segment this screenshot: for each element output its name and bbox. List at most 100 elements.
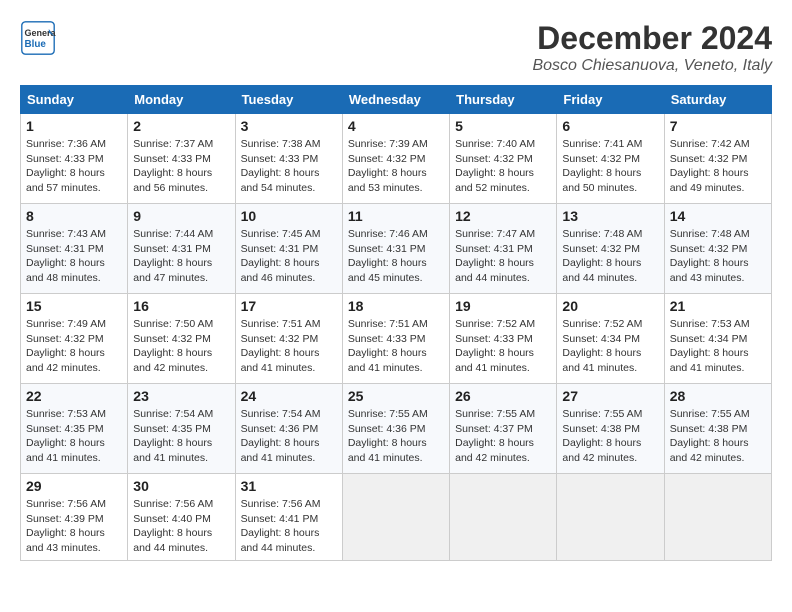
day-number: 8 <box>26 208 122 224</box>
calendar-cell: 5 Sunrise: 7:40 AM Sunset: 4:32 PM Daylig… <box>450 114 557 204</box>
day-info: Sunrise: 7:45 AM Sunset: 4:31 PM Dayligh… <box>241 227 337 286</box>
day-info: Sunrise: 7:55 AM Sunset: 4:38 PM Dayligh… <box>562 407 658 466</box>
day-number: 19 <box>455 298 551 314</box>
day-number: 4 <box>348 118 444 134</box>
calendar-cell: 3 Sunrise: 7:38 AM Sunset: 4:33 PM Daylig… <box>235 114 342 204</box>
day-number: 23 <box>133 388 229 404</box>
day-info: Sunrise: 7:55 AM Sunset: 4:38 PM Dayligh… <box>670 407 766 466</box>
day-number: 7 <box>670 118 766 134</box>
day-info: Sunrise: 7:39 AM Sunset: 4:32 PM Dayligh… <box>348 137 444 196</box>
location: Bosco Chiesanuova, Veneto, Italy <box>532 57 772 75</box>
day-info: Sunrise: 7:56 AM Sunset: 4:40 PM Dayligh… <box>133 497 229 556</box>
day-number: 3 <box>241 118 337 134</box>
calendar-cell: 21 Sunrise: 7:53 AM Sunset: 4:34 PM Dayli… <box>664 294 771 384</box>
day-info: Sunrise: 7:50 AM Sunset: 4:32 PM Dayligh… <box>133 317 229 376</box>
calendar-cell: 4 Sunrise: 7:39 AM Sunset: 4:32 PM Daylig… <box>342 114 449 204</box>
day-info: Sunrise: 7:53 AM Sunset: 4:35 PM Dayligh… <box>26 407 122 466</box>
calendar-cell: 12 Sunrise: 7:47 AM Sunset: 4:31 PM Dayli… <box>450 204 557 294</box>
day-number: 29 <box>26 478 122 494</box>
calendar-body: 1 Sunrise: 7:36 AM Sunset: 4:33 PM Daylig… <box>21 114 772 561</box>
day-info: Sunrise: 7:56 AM Sunset: 4:39 PM Dayligh… <box>26 497 122 556</box>
day-info: Sunrise: 7:46 AM Sunset: 4:31 PM Dayligh… <box>348 227 444 286</box>
calendar-cell: 11 Sunrise: 7:46 AM Sunset: 4:31 PM Dayli… <box>342 204 449 294</box>
day-number: 28 <box>670 388 766 404</box>
day-number: 5 <box>455 118 551 134</box>
day-number: 18 <box>348 298 444 314</box>
day-number: 31 <box>241 478 337 494</box>
day-number: 20 <box>562 298 658 314</box>
day-info: Sunrise: 7:48 AM Sunset: 4:32 PM Dayligh… <box>670 227 766 286</box>
calendar-table: SundayMondayTuesdayWednesdayThursdayFrid… <box>20 85 772 561</box>
day-number: 17 <box>241 298 337 314</box>
day-number: 11 <box>348 208 444 224</box>
calendar-week-3: 15Sunrise: 7:49 AM Sunset: 4:32 PM Dayli… <box>21 294 772 384</box>
day-info: Sunrise: 7:54 AM Sunset: 4:36 PM Dayligh… <box>241 407 337 466</box>
day-number: 14 <box>670 208 766 224</box>
weekday-header-sunday: Sunday <box>21 86 128 114</box>
calendar-cell: 28 Sunrise: 7:55 AM Sunset: 4:38 PM Dayli… <box>664 384 771 474</box>
day-info: Sunrise: 7:44 AM Sunset: 4:31 PM Dayligh… <box>133 227 229 286</box>
calendar-cell: 14 Sunrise: 7:48 AM Sunset: 4:32 PM Dayli… <box>664 204 771 294</box>
logo: General Blue <box>20 20 56 56</box>
day-info: Sunrise: 7:41 AM Sunset: 4:32 PM Dayligh… <box>562 137 658 196</box>
day-number: 26 <box>455 388 551 404</box>
day-number: 6 <box>562 118 658 134</box>
day-number: 2 <box>133 118 229 134</box>
calendar-cell: 6 Sunrise: 7:41 AM Sunset: 4:32 PM Daylig… <box>557 114 664 204</box>
calendar-cell: 13 Sunrise: 7:48 AM Sunset: 4:32 PM Dayli… <box>557 204 664 294</box>
calendar-cell: 24 Sunrise: 7:54 AM Sunset: 4:36 PM Dayli… <box>235 384 342 474</box>
day-info: Sunrise: 7:54 AM Sunset: 4:35 PM Dayligh… <box>133 407 229 466</box>
title-block: December 2024 Bosco Chiesanuova, Veneto,… <box>532 20 772 75</box>
day-info: Sunrise: 7:51 AM Sunset: 4:33 PM Dayligh… <box>348 317 444 376</box>
weekday-header-wednesday: Wednesday <box>342 86 449 114</box>
calendar-cell: 1 Sunrise: 7:36 AM Sunset: 4:33 PM Daylig… <box>21 114 128 204</box>
day-info: Sunrise: 7:55 AM Sunset: 4:37 PM Dayligh… <box>455 407 551 466</box>
day-info: Sunrise: 7:40 AM Sunset: 4:32 PM Dayligh… <box>455 137 551 196</box>
calendar-cell: 31 Sunrise: 7:56 AM Sunset: 4:41 PM Dayli… <box>235 474 342 561</box>
calendar-cell <box>342 474 449 561</box>
calendar-week-2: 8 Sunrise: 7:43 AM Sunset: 4:31 PM Daylig… <box>21 204 772 294</box>
calendar-cell <box>664 474 771 561</box>
day-number: 9 <box>133 208 229 224</box>
day-number: 27 <box>562 388 658 404</box>
weekday-header-saturday: Saturday <box>664 86 771 114</box>
day-info: Sunrise: 7:38 AM Sunset: 4:33 PM Dayligh… <box>241 137 337 196</box>
calendar-cell: 25Sunrise: 7:55 AM Sunset: 4:36 PM Dayli… <box>342 384 449 474</box>
day-info: Sunrise: 7:49 AM Sunset: 4:32 PM Dayligh… <box>26 317 122 376</box>
day-number: 22 <box>26 388 122 404</box>
weekday-header-tuesday: Tuesday <box>235 86 342 114</box>
day-info: Sunrise: 7:55 AM Sunset: 4:36 PM Dayligh… <box>348 407 444 466</box>
day-number: 21 <box>670 298 766 314</box>
day-info: Sunrise: 7:56 AM Sunset: 4:41 PM Dayligh… <box>241 497 337 556</box>
calendar-week-1: 1 Sunrise: 7:36 AM Sunset: 4:33 PM Daylig… <box>21 114 772 204</box>
calendar-cell: 17Sunrise: 7:51 AM Sunset: 4:32 PM Dayli… <box>235 294 342 384</box>
day-number: 13 <box>562 208 658 224</box>
day-info: Sunrise: 7:36 AM Sunset: 4:33 PM Dayligh… <box>26 137 122 196</box>
calendar-cell: 30Sunrise: 7:56 AM Sunset: 4:40 PM Dayli… <box>128 474 235 561</box>
calendar-cell: 26 Sunrise: 7:55 AM Sunset: 4:37 PM Dayli… <box>450 384 557 474</box>
day-info: Sunrise: 7:52 AM Sunset: 4:34 PM Dayligh… <box>562 317 658 376</box>
day-number: 24 <box>241 388 337 404</box>
calendar-cell: 8 Sunrise: 7:43 AM Sunset: 4:31 PM Daylig… <box>21 204 128 294</box>
calendar-cell: 27 Sunrise: 7:55 AM Sunset: 4:38 PM Dayli… <box>557 384 664 474</box>
day-info: Sunrise: 7:48 AM Sunset: 4:32 PM Dayligh… <box>562 227 658 286</box>
calendar-cell: 22 Sunrise: 7:53 AM Sunset: 4:35 PM Dayli… <box>21 384 128 474</box>
day-info: Sunrise: 7:52 AM Sunset: 4:33 PM Dayligh… <box>455 317 551 376</box>
calendar-cell: 20 Sunrise: 7:52 AM Sunset: 4:34 PM Dayli… <box>557 294 664 384</box>
weekday-header-thursday: Thursday <box>450 86 557 114</box>
calendar-cell: 19 Sunrise: 7:52 AM Sunset: 4:33 PM Dayli… <box>450 294 557 384</box>
day-number: 10 <box>241 208 337 224</box>
svg-text:Blue: Blue <box>25 39 47 50</box>
calendar-cell: 7 Sunrise: 7:42 AM Sunset: 4:32 PM Daylig… <box>664 114 771 204</box>
day-info: Sunrise: 7:43 AM Sunset: 4:31 PM Dayligh… <box>26 227 122 286</box>
day-info: Sunrise: 7:53 AM Sunset: 4:34 PM Dayligh… <box>670 317 766 376</box>
day-number: 1 <box>26 118 122 134</box>
logo-icon: General Blue <box>20 20 56 56</box>
day-number: 12 <box>455 208 551 224</box>
calendar-cell: 10 Sunrise: 7:45 AM Sunset: 4:31 PM Dayli… <box>235 204 342 294</box>
month-title: December 2024 <box>532 20 772 57</box>
day-info: Sunrise: 7:42 AM Sunset: 4:32 PM Dayligh… <box>670 137 766 196</box>
weekday-header-monday: Monday <box>128 86 235 114</box>
day-info: Sunrise: 7:47 AM Sunset: 4:31 PM Dayligh… <box>455 227 551 286</box>
calendar-cell: 18 Sunrise: 7:51 AM Sunset: 4:33 PM Dayli… <box>342 294 449 384</box>
